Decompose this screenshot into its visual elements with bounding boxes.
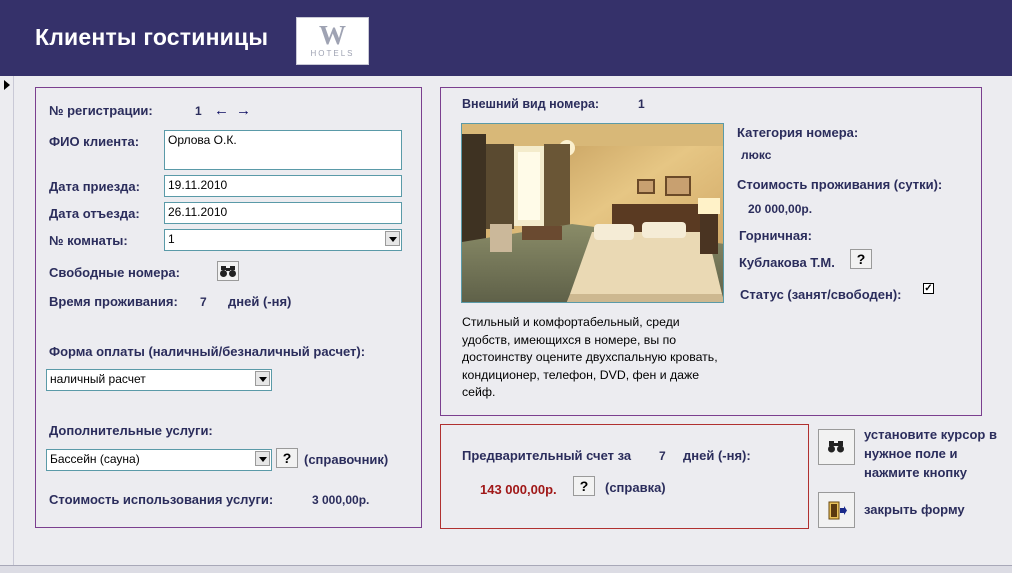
room-photo [461,123,724,303]
services-reference-label: (справочник) [304,452,389,467]
room-description: Стильный и комфортабельный, среди удобст… [462,315,718,399]
arrival-date-field[interactable]: 19.11.2010 [164,175,402,197]
bill-label: Предварительный счет за [462,448,632,463]
service-cost-label: Стоимость использования услуги: [49,492,274,507]
client-name-field[interactable]: Орлова О.К. [164,130,402,170]
bill-days: 7 [659,449,666,463]
stay-label: Время проживания: [49,294,178,309]
bill-reference-label: (справка) [605,480,666,495]
price-label: Стоимость проживания (сутки): [737,177,943,192]
search-button[interactable] [818,429,855,465]
payment-value: наличный расчет [50,372,146,386]
room-image [462,124,723,302]
maid-help-button[interactable]: ? [850,249,872,269]
maid-label: Горничная: [739,228,812,243]
record-navigation-bar[interactable] [0,565,1012,573]
record-selector[interactable] [0,76,14,565]
bill-help-button[interactable]: ? [573,476,595,496]
exit-door-icon [828,501,847,520]
free-rooms-button[interactable] [217,261,239,281]
category-value: люкс [741,148,772,162]
bill-unit: дней (-ня): [683,448,751,463]
stay-value: 7 [200,295,207,309]
appearance-value: 1 [638,97,645,111]
price-value: 20 000,00р. [748,202,813,216]
help-icon: ? [856,251,866,267]
status-label: Статус (занят/свободен): [740,287,902,302]
chevron-down-icon[interactable] [255,371,270,386]
header-bar: Клиенты гостиницы W HOTELS [0,0,1012,76]
departure-date-field[interactable]: 26.11.2010 [164,202,402,224]
departure-label: Дата отъезда: [49,206,140,221]
binoculars-icon [220,266,236,277]
payment-label: Форма оплаты (наличный/безналичный расче… [49,344,366,359]
next-record-icon[interactable]: → [236,103,251,118]
search-hint: установите курсор в нужное поле и нажмит… [864,427,997,480]
free-rooms-label: Свободные номера: [49,265,180,280]
category-label: Категория номера: [737,125,859,140]
reg-value: 1 [195,104,202,118]
room-number-label: № комнаты: [49,233,128,248]
payment-select[interactable]: наличный расчет [46,369,272,391]
stay-unit: дней (-ня) [228,294,292,309]
appearance-label: Внешний вид номера: [462,97,600,111]
maid-value: Кублакова Т.М. [739,255,835,270]
help-icon: ? [282,450,292,466]
help-icon: ? [579,478,589,494]
hotel-logo: W HOTELS [296,17,369,65]
arrival-label: Дата приезда: [49,179,140,194]
binoculars-icon [828,441,844,453]
room-number-select[interactable]: 1 [164,229,402,251]
services-label: Дополнительные услуги: [49,423,213,438]
room-number-value: 1 [168,232,175,246]
status-checkbox[interactable]: ✓ [923,283,934,294]
bill-total: 143 000,00р. [480,482,557,497]
services-help-button[interactable]: ? [276,448,298,468]
reg-label: № регистрации: [49,103,153,118]
chevron-down-icon[interactable] [255,451,270,466]
name-label: ФИО клиента: [49,134,140,149]
bill-panel [440,424,809,529]
logo-subtitle: HOTELS [310,49,355,58]
prev-record-icon[interactable]: ← [214,103,229,118]
current-record-icon [4,80,10,90]
close-form-button[interactable] [818,492,855,528]
chevron-down-icon[interactable] [385,231,400,246]
form-title: Клиенты гостиницы [35,24,269,50]
services-value: Бассейн (сауна) [50,452,140,466]
close-form-label: закрыть форму [864,502,965,517]
logo-letter: W [319,20,346,50]
services-select[interactable]: Бассейн (сауна) [46,449,272,471]
service-cost-value: 3 000,00р. [312,493,370,507]
